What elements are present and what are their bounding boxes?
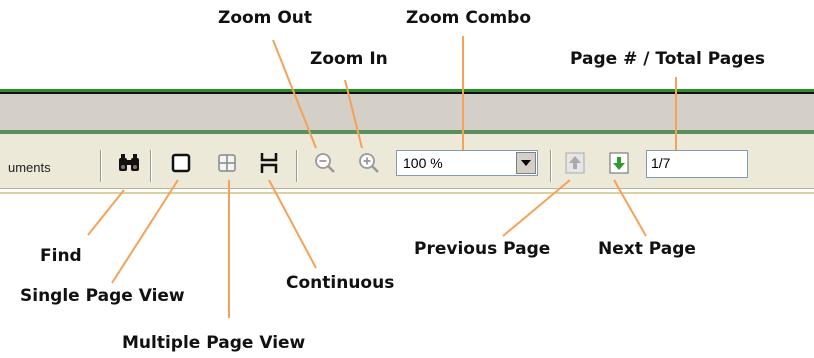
- label-zoom-combo: Zoom Combo: [406, 8, 532, 28]
- label-zoom-out: Zoom Out: [218, 8, 312, 28]
- label-find: Find: [40, 246, 82, 266]
- leader-continuous: [268, 179, 317, 269]
- leader-zoom-in: [344, 79, 363, 149]
- leader-next-page: [613, 179, 647, 237]
- label-multiple-page-view: Multiple Page View: [122, 333, 306, 353]
- label-single-page-view: Single Page View: [20, 286, 185, 306]
- label-previous-page: Previous Page: [414, 239, 551, 259]
- leader-find: [87, 189, 125, 236]
- label-zoom-in: Zoom In: [310, 49, 388, 69]
- label-continuous: Continuous: [286, 273, 395, 293]
- label-page-total: Page # / Total Pages: [570, 49, 766, 69]
- label-next-page: Next Page: [598, 239, 696, 259]
- leader-single-page: [111, 179, 179, 284]
- leader-previous-page: [502, 179, 571, 237]
